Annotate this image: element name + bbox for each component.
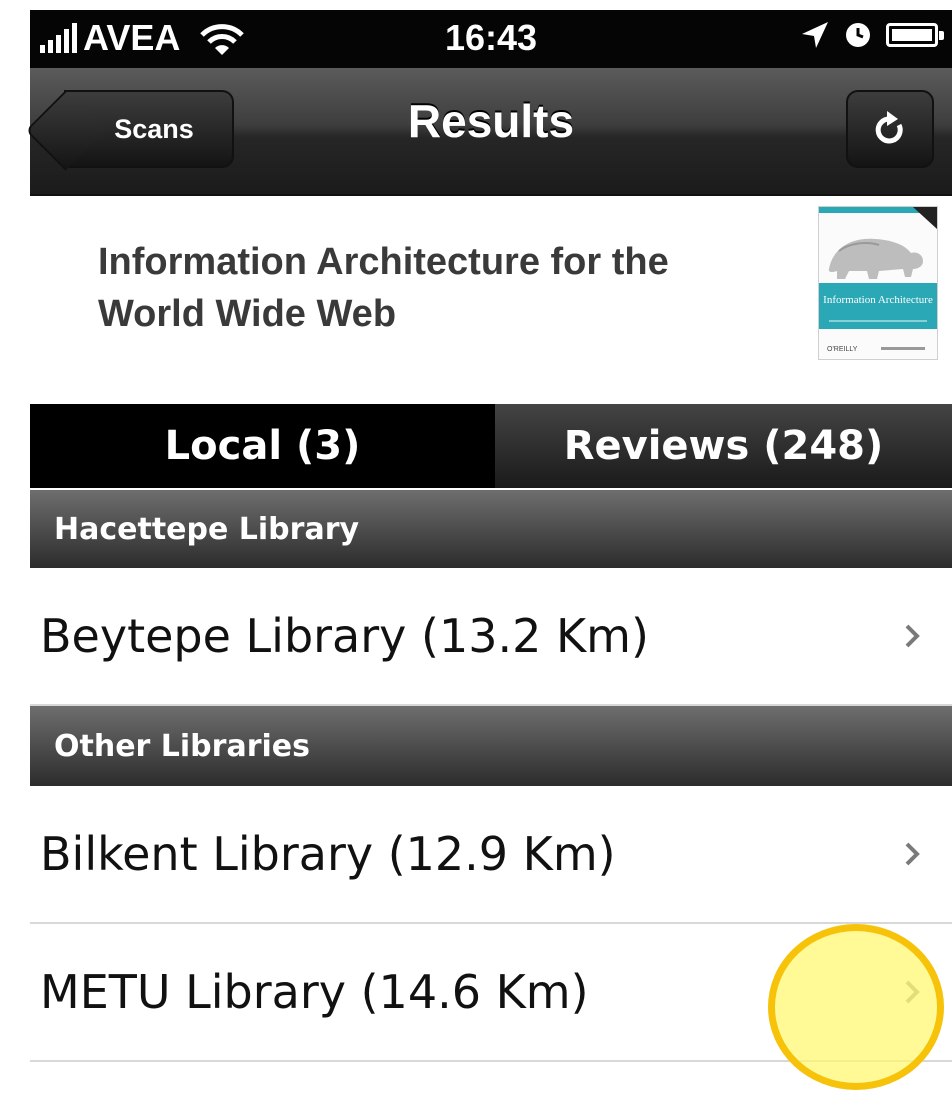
book-cover-image: Information Architecture O'REILLY <box>818 206 938 360</box>
status-bar: AVEA 16:43 <box>30 10 952 68</box>
book-cover-title: Information Architecture <box>823 294 933 306</box>
app-screen: AVEA 16:43 Scans Results Information Arc… <box>0 0 952 1100</box>
refresh-icon <box>875 111 903 144</box>
book-header: Information Architecture for the World W… <box>30 196 952 404</box>
signal-bars-icon <box>40 23 77 53</box>
section-header-other-libraries: Other Libraries <box>30 706 952 786</box>
chevron-right-icon <box>905 624 920 648</box>
list-item-beytepe-library[interactable]: Beytepe Library (13.2 Km) <box>30 568 952 706</box>
tab-local[interactable]: Local (3) <box>30 404 495 488</box>
refresh-button[interactable] <box>846 90 934 168</box>
back-button-label: Scans <box>114 113 194 144</box>
carrier-name: AVEA <box>83 17 181 58</box>
segmented-control: Local (3) Reviews (248) <box>30 404 952 488</box>
book-cover-publisher: O'REILLY <box>827 346 858 353</box>
list-item-label: Beytepe Library (13.2 Km) <box>40 609 649 663</box>
list-item-label: METU Library (14.6 Km) <box>40 965 589 1019</box>
tab-reviews[interactable]: Reviews (248) <box>495 404 952 488</box>
location-arrow-icon <box>802 22 828 48</box>
status-time: 16:43 <box>445 17 538 58</box>
book-title: Information Architecture for the World W… <box>98 241 669 335</box>
navigation-bar: Scans Results <box>30 68 952 196</box>
alarm-clock-icon <box>846 23 870 47</box>
section-header-hacettepe: Hacettepe Library <box>30 490 952 568</box>
chevron-right-icon <box>905 842 920 866</box>
tap-highlight-circle <box>768 924 944 1090</box>
list-item-label: Bilkent Library (12.9 Km) <box>40 827 616 881</box>
list-item-bilkent-library[interactable]: Bilkent Library (12.9 Km) <box>30 786 952 924</box>
battery-icon <box>886 23 944 47</box>
wifi-icon <box>200 24 245 55</box>
